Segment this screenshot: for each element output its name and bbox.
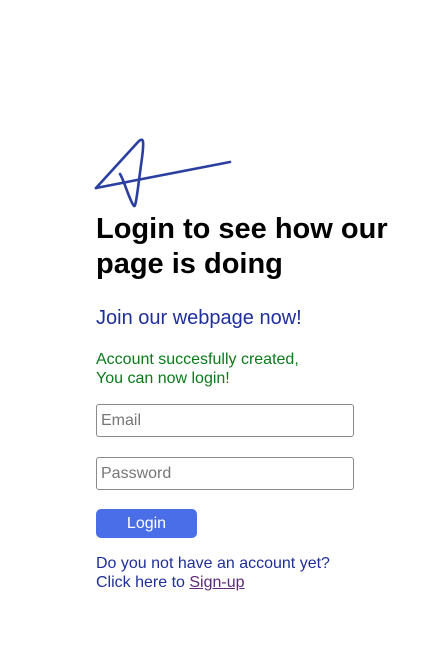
login-button[interactable]: Login (96, 509, 197, 538)
success-message-line-1: Account succesfully created, (96, 351, 299, 368)
signup-question: Do you not have an account yet? (96, 555, 330, 572)
join-subheading: Join our webpage now! (96, 307, 302, 329)
password-field[interactable] (96, 457, 354, 490)
success-message: Account succesfully created, You can now… (96, 350, 299, 388)
page-title: Login to see how our page is doing (96, 213, 388, 280)
email-field[interactable] (96, 404, 354, 437)
signup-link[interactable]: Sign-up (189, 574, 244, 591)
login-page: Login to see how our page is doing Join … (0, 0, 439, 665)
signature-logo-icon (94, 138, 232, 208)
signup-prompt: Do you not have an account yet? Click he… (96, 554, 330, 592)
success-message-line-2: You can now login! (96, 370, 230, 387)
signup-prefix: Click here to (96, 574, 190, 591)
signup-line: Click here to Sign-up (96, 573, 330, 592)
